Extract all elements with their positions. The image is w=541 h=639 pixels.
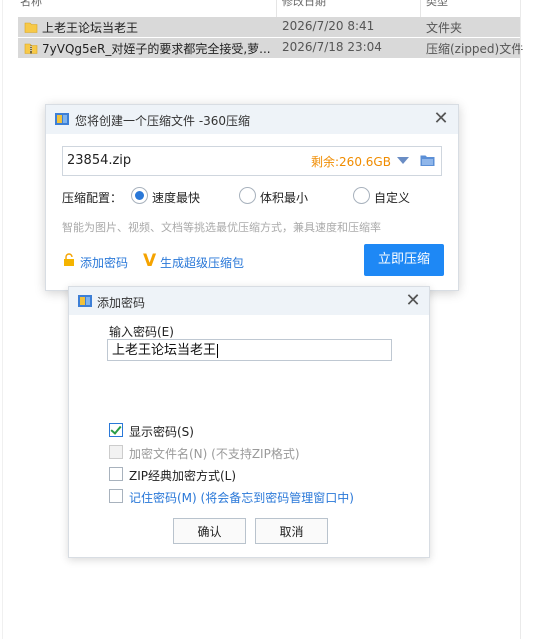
password-input[interactable]: 上老王论坛当老王 (107, 339, 392, 361)
app-360-icon (78, 295, 92, 307)
encrypt-filename-checkbox (109, 445, 123, 459)
dialog-titlebar[interactable]: 添加密码 ✕ (69, 287, 429, 315)
radio-smallest-label[interactable]: 体积最小 (260, 189, 308, 206)
remember-password-label[interactable]: 记住密码(M) (将会备忘到密码管理窗口中) (129, 489, 354, 506)
dialog-title: 添加密码 (97, 296, 146, 310)
compress-now-button[interactable]: 立即压缩 (364, 244, 444, 276)
vip-v-icon: V (143, 251, 157, 271)
zip-classic-encryption-label[interactable]: ZIP经典加密方式(L) (129, 467, 236, 484)
radio-custom[interactable] (353, 187, 370, 204)
file-date: 2026/7/20 8:41 (282, 19, 375, 33)
add-password-label[interactable]: 添加密码 (80, 254, 128, 271)
file-name: 上老王论坛当老王 (42, 21, 139, 35)
output-filename[interactable]: 23854.zip (67, 153, 131, 168)
encrypt-filename-label: 加密文件名(N) (不支持ZIP格式) (129, 447, 300, 461)
free-space: 剩余:260.6GB (311, 155, 391, 169)
browse-folder-icon[interactable] (420, 154, 435, 167)
column-date-header[interactable]: 修改日期 (282, 0, 326, 8)
close-icon[interactable]: ✕ (431, 109, 451, 129)
file-date: 2026/7/18 23:04 (282, 40, 382, 54)
column-type-header[interactable]: 类型 (426, 0, 448, 8)
show-password-checkbox[interactable] (109, 423, 123, 437)
radio-fastest[interactable] (131, 187, 148, 204)
text-caret (217, 343, 219, 358)
radio-fastest-label[interactable]: 速度最快 (152, 189, 200, 206)
compress-hint: 智能为图片、视频、文档等挑选最优压缩方式，兼具速度和压缩率 (62, 221, 381, 234)
remember-password-checkbox[interactable] (109, 489, 123, 503)
lock-icon (64, 253, 74, 266)
file-row-folder[interactable]: 上老王论坛当老王 2026/7/20 8:41 文件夹 (18, 17, 520, 37)
dialog-titlebar[interactable]: 您将创建一个压缩文件 -360压缩 ✕ (46, 105, 458, 134)
file-type: 压缩(zipped)文件 (426, 42, 524, 56)
super-package-label[interactable]: 生成超级压缩包 (160, 254, 244, 271)
show-password-label[interactable]: 显示密码(S) (129, 423, 194, 440)
divider (2, 0, 3, 639)
dialog-title: 您将创建一个压缩文件 -360压缩 (75, 114, 251, 128)
folder-icon (24, 22, 38, 33)
column-header: 名称 修改日期 类型 (18, 0, 521, 8)
column-separator[interactable] (420, 0, 421, 18)
file-name: 7yVQg5eR_对姪子的要求都完全接受,萝... (42, 42, 271, 56)
zip-icon (24, 43, 38, 54)
close-icon[interactable]: ✕ (403, 291, 423, 311)
file-row-zip[interactable]: 7yVQg5eR_对姪子的要求都完全接受,萝... 2026/7/18 23:0… (18, 38, 524, 58)
radio-smallest[interactable] (239, 187, 256, 204)
password-value: 上老王论坛当老王 (112, 343, 217, 358)
compress-config-label: 压缩配置： (62, 191, 123, 205)
column-separator[interactable] (276, 0, 277, 18)
confirm-button[interactable]: 确认 (173, 518, 246, 544)
password-input-label: 输入密码(E) (109, 325, 174, 339)
compress-dialog: 您将创建一个压缩文件 -360压缩 ✕ 23854.zip 剩余:260.6GB… (45, 104, 459, 291)
zip-classic-encryption-checkbox[interactable] (109, 467, 123, 481)
column-name-header[interactable]: 名称 (20, 0, 42, 8)
radio-custom-label[interactable]: 自定义 (374, 189, 410, 206)
add-password-dialog: 添加密码 ✕ 输入密码(E) 上老王论坛当老王 显示密码(S) 加密文件名(N)… (68, 286, 430, 558)
app-360-icon (55, 113, 69, 125)
scrollbar-track[interactable] (520, 0, 521, 639)
file-type: 文件夹 (426, 21, 463, 35)
output-path-field[interactable]: 23854.zip 剩余:260.6GB (62, 146, 442, 176)
chevron-down-icon[interactable] (397, 157, 409, 164)
cancel-button[interactable]: 取消 (255, 518, 328, 544)
